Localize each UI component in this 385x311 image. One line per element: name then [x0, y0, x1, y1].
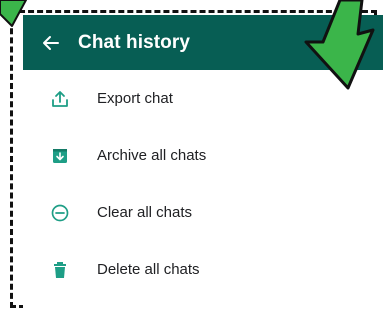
archive-icon [23, 145, 97, 167]
arrow-left-icon [42, 35, 59, 50]
back-button[interactable] [23, 15, 78, 70]
delete-icon [23, 259, 97, 281]
delete-all-chats-item[interactable]: Delete all chats [23, 241, 383, 298]
export-icon [23, 88, 97, 110]
chat-history-screen: Chat history Export chat Archive all cha… [23, 15, 383, 311]
delete-all-chats-label: Delete all chats [97, 261, 200, 278]
clear-all-chats-item[interactable]: Clear all chats [23, 184, 383, 241]
archive-all-chats-item[interactable]: Archive all chats [23, 127, 383, 184]
clear-all-chats-label: Clear all chats [97, 204, 193, 221]
clear-icon [23, 202, 97, 224]
export-chat-item[interactable]: Export chat [23, 70, 383, 127]
export-chat-label: Export chat [97, 90, 173, 107]
app-bar: Chat history [23, 15, 383, 70]
page-title: Chat history [78, 31, 191, 53]
archive-all-chats-label: Archive all chats [97, 147, 207, 164]
